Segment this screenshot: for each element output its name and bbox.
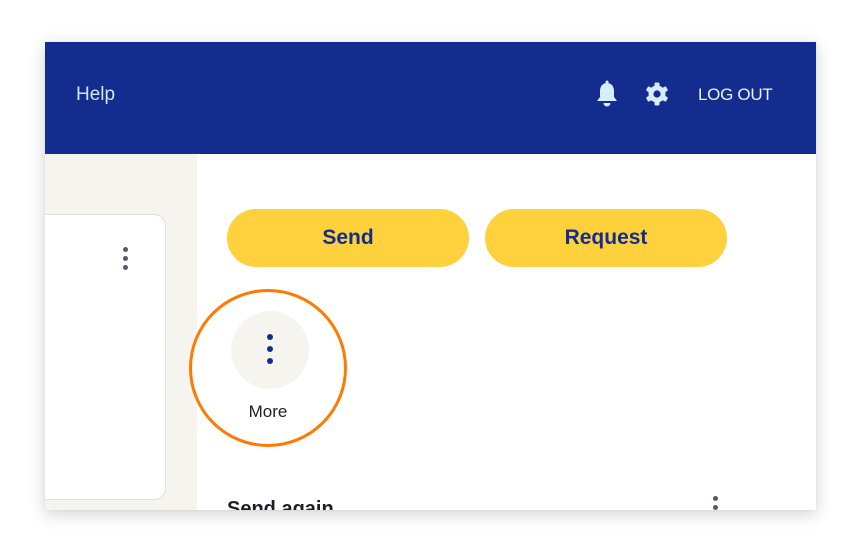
- request-button[interactable]: Request: [485, 209, 727, 267]
- more-dot-icon: [267, 358, 273, 364]
- help-link[interactable]: Help: [76, 84, 115, 106]
- logout-link[interactable]: LOG OUT: [698, 85, 773, 105]
- send-button[interactable]: Send: [227, 209, 469, 267]
- bell-icon[interactable]: [595, 80, 619, 108]
- left-panel: [45, 154, 197, 510]
- more-dot-icon: [267, 346, 273, 352]
- more-highlight-ring: More: [189, 289, 347, 447]
- more-dot-icon: [267, 334, 273, 340]
- more-button[interactable]: [231, 311, 309, 389]
- kebab-menu-icon[interactable]: [709, 496, 721, 510]
- app-window: Help LOG OUT Send Request More Send agai…: [45, 42, 816, 510]
- top-navigation-bar: Help LOG OUT: [45, 42, 816, 154]
- more-label: More: [248, 402, 288, 421]
- send-again-heading: Send again: [227, 498, 334, 510]
- account-card[interactable]: [45, 214, 166, 500]
- gear-icon[interactable]: [645, 82, 669, 106]
- kebab-menu-icon[interactable]: [119, 247, 131, 273]
